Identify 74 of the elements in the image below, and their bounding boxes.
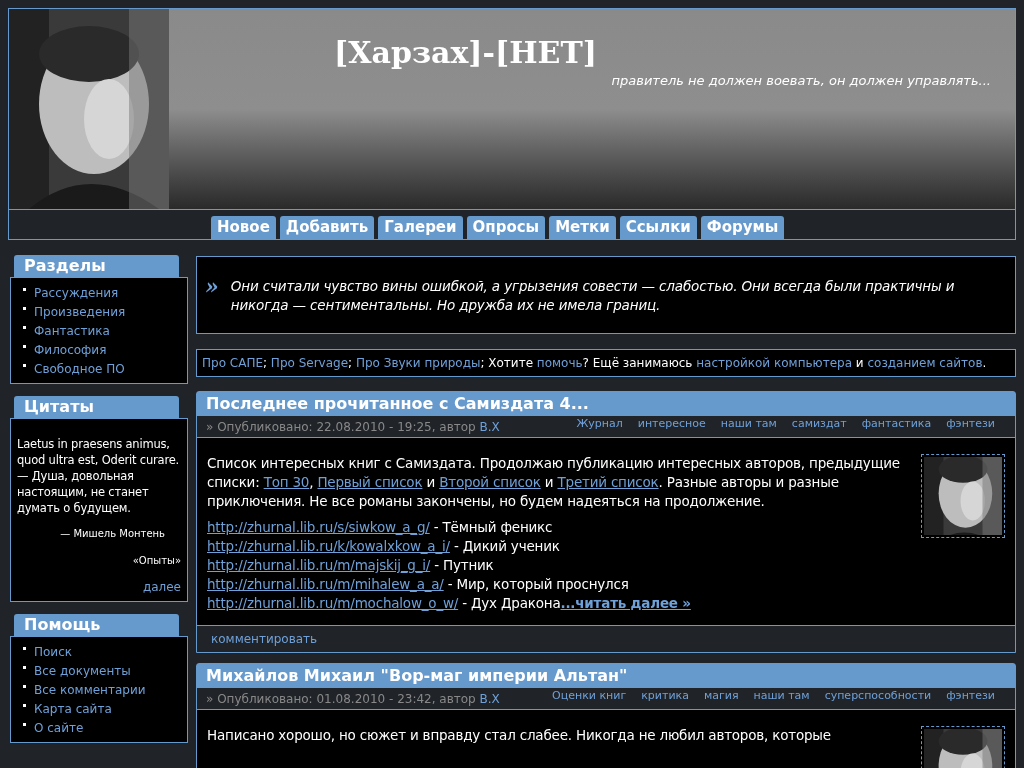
bullet-icon [23,345,26,348]
url-link[interactable]: http://zhurnal.lib.ru/k/kowalxkow_a_i/ [207,538,450,554]
epigraph-text: Они считали чувство вины ошибкой, а угрызения совести — слабостью. Они всегда были практичны и никогда — сентиментальны. Но дружба их не имела границ. [230,277,956,315]
post-text: Список интересных книг с Самиздата. Продолжаю публикацию интересных авторов, предыдущие списки: Топ 30, Первый список и Второй список и Третий список. Разные авторы и разные приключения. Не все романы закончены, но будем надеяться на продолжение. [207,454,901,511]
sidebar-link[interactable]: Фантастика [34,321,110,340]
bullet-icon [23,704,26,707]
book-title: - Тёмный феникс [433,519,553,535]
tag-link[interactable]: наши там [753,688,810,709]
tag-link[interactable]: магия [703,688,739,709]
text-link[interactable]: Первый список [317,474,423,490]
sidebar-heading: Помощь [14,614,179,636]
text-link[interactable]: помочь [536,356,583,370]
site-slogan: правитель не должен воевать, он должен управлять... [611,72,991,90]
comment-link[interactable]: комментировать [211,632,318,646]
text-link[interactable]: Второй список [439,474,541,490]
post-meta: » Опубликовано: 22.08.2010 - 19:25, автор [206,420,476,434]
sidebar-link[interactable]: Свободное ПО [34,359,125,378]
tag-link[interactable]: фантастика [861,416,932,437]
sidebar-heading: Цитаты [14,396,179,418]
text-link[interactable]: Топ 30 [263,474,310,490]
author-link[interactable]: B.X [479,420,500,434]
text-link[interactable]: настройкой компьютера [696,356,852,370]
sidebar-link[interactable]: О сайте [34,718,84,737]
tag-link[interactable]: самиздат [791,416,847,437]
sidebar-heading: Разделы [14,255,179,277]
book-title: - Мир, который проснулся [447,576,629,592]
text-link[interactable]: Про САПЕ [202,356,263,370]
sidebar-link[interactable]: Произведения [34,302,126,321]
sidebar-link[interactable]: Все комментарии [34,680,146,699]
url-link[interactable]: http://zhurnal.lib.ru/m/mihalew_a_a/ [207,576,444,592]
tag-link[interactable]: фэнтези [946,416,995,437]
bullet-icon [23,685,26,688]
bullet-icon [23,647,26,650]
bar-text: ; [348,356,354,370]
bullet-icon [23,666,26,669]
bar-text: и [854,356,865,370]
tag-link[interactable]: критика [641,688,689,709]
quote-mark: » [205,277,219,301]
post-meta: » Опубликовано: 01.08.2010 - 23:42, автор [206,692,476,706]
quote-text: Laetus in praesens animus, quod ultra est, Oderit curare. — Душа, довольная настоящим, не станет думать о будущем. [17,436,180,516]
bullet-icon [23,307,26,310]
tag-link[interactable]: Оценки книг [552,688,627,709]
bar-text: ; Хотите [480,356,535,370]
tag-link[interactable]: суперспособности [824,688,932,709]
sidebar-link[interactable]: Философия [34,340,107,359]
read-more-link[interactable]: ...читать далее » [560,595,691,611]
site-title: [Харзах]-[НЕТ] [334,35,598,71]
sidebar-link[interactable]: Карта сайта [34,699,112,718]
sidebar-link[interactable]: Все документы [34,661,131,680]
post-text: Написано хорошо, но сюжет и вправду стал слабее. Никогда не любил авторов, которые [207,726,832,745]
sidebar-link[interactable]: Поиск [34,642,72,661]
url-link[interactable]: http://zhurnal.lib.ru/m/mochalow_o_w/ [207,595,459,611]
quote-source: «Опыты» [131,554,181,568]
bullet-icon [23,364,26,367]
quote-author: — Мишель Монтень [59,527,166,541]
more-link[interactable]: далее [142,578,181,596]
book-title: - Дух Дракона [462,595,561,611]
bar-text: ? Ещё занимаюсь [582,356,694,370]
book-title: - Путник [434,557,494,573]
bullet-icon [23,326,26,329]
tag-link[interactable]: Журнал [576,416,623,437]
bullet-icon [23,288,26,291]
url-link[interactable]: http://zhurnal.lib.ru/m/majskij_g_i/ [207,557,431,573]
tag-link[interactable]: интересное [637,416,706,437]
bar-text: ; [263,356,269,370]
url-link[interactable]: http://zhurnal.lib.ru/s/siwkow_a_g/ [207,519,430,535]
book-title: - Дикий ученик [454,538,560,554]
author-link[interactable]: B.X [479,692,500,706]
bar-text: . [982,356,987,370]
bullet-icon [23,723,26,726]
text-link[interactable]: Третий список [557,474,659,490]
sidebar-link[interactable]: Рассуждения [34,283,119,302]
tag-link[interactable]: наши там [720,416,777,437]
tag-link[interactable]: фэнтези [946,688,995,709]
